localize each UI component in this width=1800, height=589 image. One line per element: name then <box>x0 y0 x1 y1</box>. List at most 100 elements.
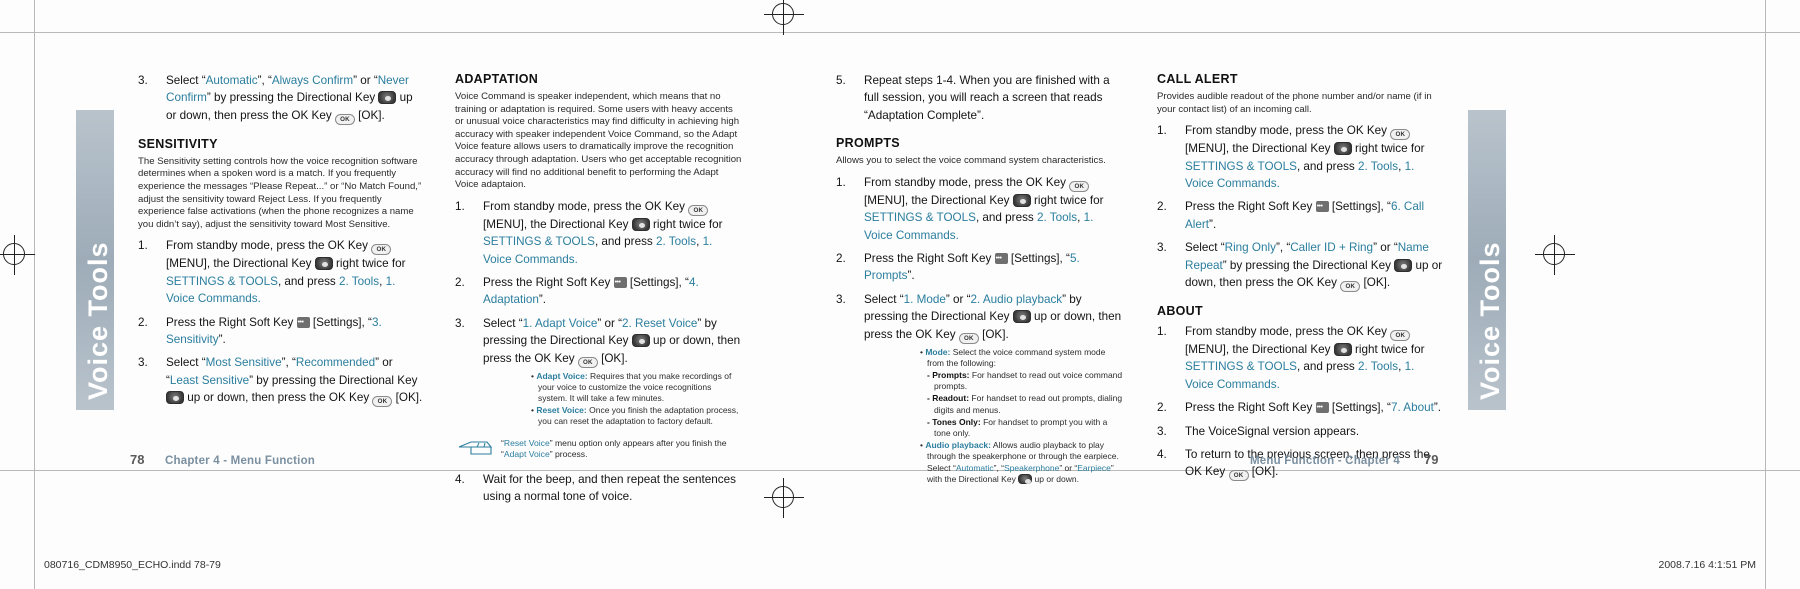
prompts-bullets: • Mode: Select the voice command system … <box>920 347 1124 485</box>
right-soft-key-icon <box>613 274 627 291</box>
step-text: . <box>574 252 578 266</box>
step-text: ” by pressing the Directional Key <box>249 373 418 387</box>
menu-tools: 2. Tools <box>339 274 380 288</box>
step-number: 2. <box>1157 401 1167 415</box>
step-text: [OK]. <box>1248 465 1279 479</box>
list-item: • Mode: Select the voice command system … <box>920 346 1106 368</box>
option-least-sensitive: Least Sensitive <box>169 373 250 387</box>
ok-key-icon: OK <box>372 396 393 408</box>
option-adapt-voice: 1. Adapt Voice <box>522 316 598 330</box>
list-item: • Adapt Voice: Requires that you make re… <box>531 370 732 403</box>
step-text: right twice for <box>1351 343 1425 357</box>
list-item: 2. Press the Right Soft Key [Settings], “… <box>138 314 426 349</box>
section-heading-about: ABOUT <box>1157 304 1203 319</box>
step-text: Press the Right Soft Key <box>1185 401 1316 415</box>
step-text: . <box>1276 177 1280 190</box>
step-text: , and press <box>1296 159 1359 173</box>
step-text: ” or “ <box>1373 241 1398 255</box>
step-number: 1. <box>836 175 846 189</box>
step-text: From standby mode, press the OK Key <box>483 199 689 213</box>
step-text: right twice for <box>1351 142 1425 156</box>
step-text: [OK]. <box>392 391 423 405</box>
step-text: right twice for <box>1030 193 1104 207</box>
side-tab-left: Voice Tools <box>76 110 114 410</box>
note-pencil-icon <box>457 438 497 458</box>
list-item: 2. Press the Right Soft Key [Settings], “… <box>1157 198 1445 233</box>
list-item: 2. Press the Right Soft Key [Settings], “… <box>836 250 1124 285</box>
sub-label-readout: - Readout: <box>927 393 970 404</box>
chapter-label-left: Chapter 4 - Menu Function <box>165 455 316 467</box>
list-item: - Tones Only: For handset to prompt you … <box>920 417 1124 439</box>
page-number-left: 78 <box>130 452 145 467</box>
ok-key-icon: OK <box>334 113 355 125</box>
registration-mark-bottom <box>764 478 804 518</box>
step-number: 1. <box>455 199 465 213</box>
step-text: Wait for the beep, and then repeat the s… <box>483 472 736 504</box>
menu-settings-tools: SETTINGS & TOOLS <box>1185 159 1297 173</box>
bullet-label-reset-voice: Reset Voice: <box>536 405 587 416</box>
list-item: 3. Select “Automatic”, “Always Confirm” o… <box>138 72 426 125</box>
step-text: [MENU], the Directional Key <box>864 193 1013 207</box>
col3-step5-list: 5. Repeat steps 1-4. When you are finishe… <box>836 72 1124 124</box>
step-text: [Settings], “ <box>1328 401 1391 415</box>
col4-steps: 1. From standby mode, press the OK Key OK… <box>1157 122 1445 293</box>
step-number: 2. <box>138 315 148 329</box>
list-item: 4. Wait for the beep, and then repeat the… <box>455 471 743 506</box>
step-text: From standby mode, press the OK Key <box>1185 325 1391 339</box>
directional-key-icon <box>631 334 650 348</box>
step-text: , <box>1398 159 1402 173</box>
list-item: 1. From standby mode, press the OK Key OK… <box>138 237 426 307</box>
bullet-label-adapt-voice: Adapt Voice: <box>536 370 588 381</box>
step-text: The VoiceSignal version appears. <box>1185 424 1360 438</box>
callout-text: ” process. <box>549 449 588 460</box>
menu-settings-tools: SETTINGS & TOOLS <box>864 211 976 225</box>
step-text: From standby mode, press the OK Key <box>1185 124 1391 138</box>
step-text: up or down, then press the OK Key <box>184 391 373 405</box>
step-text: [OK]. <box>978 327 1009 341</box>
step-text: [Settings], “ <box>1007 252 1070 266</box>
step-text: Select “ <box>483 316 523 330</box>
section-heading-adaptation: ADAPTATION <box>455 72 539 86</box>
step-number: 3. <box>1157 424 1167 438</box>
step-text: , and press <box>1296 360 1359 374</box>
step-text: [Settings], “ <box>1328 200 1391 214</box>
column-one: 3. Select “Automatic”, “Always Confirm” o… <box>138 72 426 413</box>
step-text: Repeat steps 1-4. When you are finished … <box>864 74 1110 122</box>
step-number: 4. <box>455 472 465 486</box>
right-soft-key-icon <box>296 314 310 331</box>
list-item: 3. Select “1. Adapt Voice” or “2. Reset V… <box>455 315 743 428</box>
menu-tools: 2. Tools <box>656 235 697 249</box>
step-text: right twice for <box>649 217 723 231</box>
menu-tools: 2. Tools <box>1358 360 1399 374</box>
chapter-label-right: Menu Function - Chapter 4 <box>1250 455 1401 467</box>
step-text: , <box>1398 360 1402 374</box>
print-timestamp-mark: 2008.7.16 4:1:51 PM <box>1658 559 1757 571</box>
column-three: 5. Repeat steps 1-4. When you are finishe… <box>836 72 1124 491</box>
step-text: [OK]. <box>1360 276 1391 290</box>
step-text: ”. <box>218 333 226 346</box>
registration-mark-right <box>1535 235 1575 275</box>
option-audio-playback: 2. Audio playback <box>970 292 1063 306</box>
option-ring-only: Ring Only <box>1224 241 1276 255</box>
step-text: From standby mode, press the OK Key <box>166 239 372 253</box>
option-recommended: Recommended <box>295 356 376 370</box>
option-speakerphone: Speakerphone <box>1004 462 1060 473</box>
directional-key-icon <box>314 257 333 271</box>
list-item: 1. From standby mode, press the OK Key OK… <box>1157 323 1445 393</box>
step-number: 4. <box>1157 448 1167 462</box>
trim-line-left <box>34 0 35 589</box>
step-text: , <box>379 274 383 288</box>
list-item: 3. Select “Most Sensitive”, “Recommended ”… <box>138 354 426 408</box>
ok-key-icon: OK <box>1390 330 1411 342</box>
bullet-text: ” or “ <box>1059 462 1078 473</box>
option-mode: 1. Mode <box>903 292 946 306</box>
list-item: - Readout: For handset to read out promp… <box>920 393 1124 415</box>
step-text: Select “ <box>166 356 206 370</box>
registration-mark-top <box>764 0 804 35</box>
directional-key-icon <box>1333 343 1352 357</box>
list-item: 2. Press the Right Soft Key [Settings], “… <box>455 274 743 309</box>
bullet-label-audio-playback: Audio playback: <box>925 440 991 451</box>
menu-settings-tools: SETTINGS & TOOLS <box>1185 360 1297 374</box>
col1-steps: 1. From standby mode, press the OK Key OK… <box>138 237 426 408</box>
step-number: 3. <box>1157 241 1167 255</box>
